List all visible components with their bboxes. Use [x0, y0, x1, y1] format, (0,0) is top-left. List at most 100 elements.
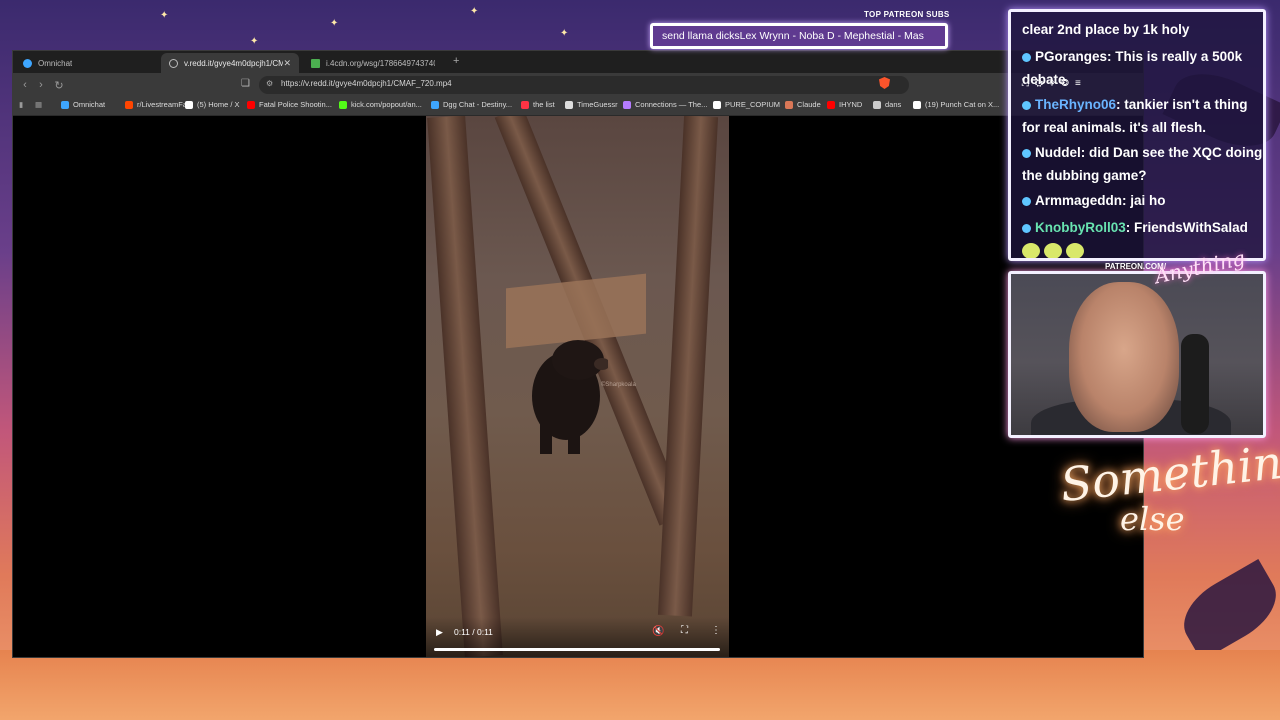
- bookmark-item[interactable]: kick.com/popout/an...: [339, 100, 422, 109]
- platform-badge-icon: [1022, 223, 1031, 233]
- url-text: https://v.redd.it/gvye4m0dpcjh1/CMAF_720…: [281, 79, 452, 88]
- bookmark-item[interactable]: Omnichat: [61, 100, 105, 109]
- bookmark-label: (5) Home / X: [197, 100, 240, 109]
- chat-username[interactable]: KnobbyRoll03: [1035, 220, 1126, 235]
- bookmark-favicon-icon: [785, 100, 793, 109]
- tab-label: v.redd.it/gvye4m0dpcjh1/CMAF_: [184, 58, 284, 68]
- chat-text: : FriendsWithSalad: [1125, 220, 1248, 235]
- platform-badge-icon: [1022, 196, 1031, 206]
- star-icon: ✦: [470, 6, 479, 17]
- bookmark-label: kick.com/popout/an...: [351, 100, 422, 109]
- bookmark-favicon-icon: [521, 100, 529, 109]
- bookmark-label: dans: [885, 100, 902, 109]
- salad-emote-icon: [1044, 243, 1062, 258]
- apps-icon[interactable]: ▦: [35, 100, 42, 109]
- bookmark-item[interactable]: Dgg Chat - Destiny...: [431, 100, 512, 109]
- page-content: ©Sharpkoala ▶ 0:11 / 0:11 🔇 ⛶ ⋮: [13, 116, 1143, 657]
- tab-4cdn[interactable]: i.4cdn.org/wsg/1786649743740951.: [303, 53, 443, 73]
- forward-icon[interactable]: ›: [33, 77, 49, 93]
- platform-badge-icon: [1022, 52, 1031, 62]
- bookmark-item[interactable]: Fatal Police Shootin...: [247, 100, 332, 109]
- bookmark-label: Dgg Chat - Destiny...: [443, 100, 513, 109]
- bookmark-favicon-icon: [827, 100, 835, 109]
- chat-text: : jai ho: [1122, 193, 1166, 208]
- bookmark-favicon-icon: [61, 100, 69, 109]
- ground: [0, 650, 1280, 720]
- tree-trunk: [427, 116, 503, 657]
- omnichat-icon: [23, 58, 32, 68]
- more-options-icon[interactable]: ⋮: [711, 625, 721, 636]
- bookmark-item[interactable]: Connections — The...: [623, 100, 707, 109]
- ticker-text: send llama dicksLex Wrynn - Noba D - Mep…: [662, 30, 924, 42]
- video-controls: ▶ 0:11 / 0:11 🔇 ⛶ ⋮: [426, 617, 729, 657]
- bookmark-label: Claude: [797, 100, 821, 109]
- bookmark-item[interactable]: Claude: [785, 100, 821, 109]
- bookmark-item[interactable]: the list: [521, 100, 555, 109]
- bookmark-favicon-icon: [623, 100, 631, 109]
- grid-icon: [311, 58, 320, 68]
- tab-label: i.4cdn.org/wsg/1786649743740951.: [326, 58, 435, 68]
- bookmark-favicon-icon: [339, 100, 347, 109]
- sidebar-toggle-icon[interactable]: ▮: [19, 100, 23, 109]
- patreon-subs-ticker: send llama dicksLex Wrynn - Noba D - Mep…: [650, 23, 948, 49]
- star-icon: ✦: [560, 28, 569, 39]
- microphone: [1181, 334, 1209, 434]
- tab-label: Omnichat: [38, 58, 73, 68]
- video-watermark: ©Sharpkoala: [601, 382, 636, 388]
- bookmark-item[interactable]: PURE_COPIUM: [713, 100, 780, 109]
- bookmark-label: (19) Punch Cat on X...: [925, 100, 1000, 109]
- bookmark-label: Omnichat: [73, 100, 106, 109]
- star-icon: ✦: [250, 36, 259, 47]
- reload-icon[interactable]: ↻: [51, 77, 67, 93]
- salad-emote-icon: [1022, 243, 1040, 258]
- play-icon[interactable]: ▶: [436, 627, 443, 638]
- fullscreen-icon[interactable]: ⛶: [681, 625, 688, 636]
- chat-username[interactable]: Nuddel: [1035, 145, 1081, 160]
- chat-username[interactable]: Armmageddn: [1035, 193, 1122, 208]
- tree-trunk: [657, 116, 719, 617]
- site-info-icon[interactable]: ⚙: [266, 79, 273, 88]
- tab-video[interactable]: v.redd.it/gvye4m0dpcjh1/CMAF_ ✕: [161, 53, 299, 73]
- bookmark-label: Fatal Police Shootin...: [259, 100, 332, 109]
- new-tab-icon[interactable]: +: [453, 55, 459, 67]
- bookmark-item[interactable]: (19) Punch Cat on X...: [913, 100, 999, 109]
- chat-toolbar-icons: ⛶⛭♢◎≡: [1022, 78, 1087, 89]
- address-bar[interactable]: ⚙ https://v.redd.it/gvye4m0dpcjh1/CMAF_7…: [259, 76, 909, 94]
- nav-toolbar: ‹ › ↻ ❏ ⚙ https://v.redd.it/gvye4m0dpcjh…: [13, 73, 1143, 97]
- chat-panel: clear 2nd place by 1k holy PGoranges: Thi…: [1008, 9, 1266, 261]
- bookmark-favicon-icon: [873, 100, 881, 109]
- platform-badge-icon: [1022, 148, 1031, 158]
- chat-username[interactable]: TheRhyno06: [1035, 97, 1116, 112]
- bookmarks-bar: ▮ ▦ Omnichat r/LivestreamFail (5) Home / X…: [13, 97, 1143, 116]
- bear-figure: [532, 340, 608, 454]
- video-player[interactable]: ©Sharpkoala ▶ 0:11 / 0:11 🔇 ⛶ ⋮: [426, 116, 729, 657]
- bookmark-icon[interactable]: ❏: [241, 78, 250, 89]
- bookmark-item[interactable]: dans: [873, 100, 901, 109]
- chat-message: Armmageddn: jai ho: [1022, 189, 1263, 212]
- streamer-face: [1069, 282, 1179, 432]
- bookmark-label: IHYND: [839, 100, 863, 109]
- chat-message: Nuddel: did Dan see the XQC doing the du…: [1022, 141, 1263, 187]
- chat-username[interactable]: PGoranges: [1035, 49, 1107, 64]
- browser-window: Omnichat v.redd.it/gvye4m0dpcjh1/CMAF_ ✕…: [12, 50, 1144, 658]
- tab-bar: Omnichat v.redd.it/gvye4m0dpcjh1/CMAF_ ✕…: [13, 51, 1143, 73]
- patreon-subs-header: TOP PATREON SUBS: [864, 10, 950, 19]
- back-icon[interactable]: ‹: [17, 77, 33, 93]
- globe-icon: [169, 58, 178, 68]
- star-icon: ✦: [330, 18, 339, 29]
- bookmark-favicon-icon: [565, 100, 573, 109]
- bookmark-item[interactable]: (5) Home / X: [185, 100, 240, 109]
- volume-muted-icon[interactable]: 🔇: [652, 626, 664, 637]
- webcam-frame: [1008, 271, 1266, 438]
- close-icon[interactable]: ✕: [283, 58, 291, 69]
- bookmark-item[interactable]: r/LivestreamFail: [125, 100, 190, 109]
- palm-leaf: [1171, 559, 1280, 661]
- bookmark-item[interactable]: IHYND: [827, 100, 862, 109]
- else-logo: else: [1120, 500, 1185, 538]
- bookmark-label: Connections — The...: [635, 100, 708, 109]
- tab-omnichat[interactable]: Omnichat: [15, 53, 163, 73]
- bookmark-item[interactable]: TimeGuessr: [565, 100, 618, 109]
- bookmark-label: r/LivestreamFail: [137, 100, 191, 109]
- platform-badge-icon: [1022, 100, 1031, 110]
- video-progress-bar[interactable]: [434, 648, 720, 651]
